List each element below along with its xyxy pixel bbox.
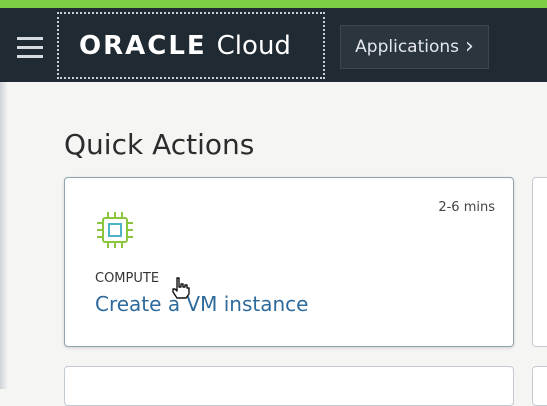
accent-line (0, 0, 547, 8)
oracle-cloud-logo[interactable]: ORACLE Cloud (57, 12, 325, 79)
compute-chip-icon (97, 212, 133, 248)
logo-product-name: Cloud (216, 30, 291, 61)
quick-actions-title: Quick Actions (64, 128, 255, 161)
applications-button[interactable]: Applications › (340, 25, 489, 69)
quick-action-card-create-vm[interactable]: 2-6 mins COMPUTE Create a VM instance (64, 177, 514, 347)
card-duration: 2-6 mins (438, 200, 495, 215)
quick-action-card-partial[interactable] (532, 366, 547, 406)
quick-action-card-partial[interactable] (532, 177, 547, 347)
hamburger-menu-icon[interactable] (9, 26, 51, 68)
card-category: COMPUTE (95, 271, 160, 286)
applications-label: Applications (355, 37, 460, 57)
top-navigation-bar: ORACLE Cloud Applications › (0, 0, 547, 82)
logo-brand-name: ORACLE (79, 30, 207, 61)
create-vm-instance-link[interactable]: Create a VM instance (95, 292, 308, 316)
side-edge-shadow (0, 82, 8, 389)
hand-cursor-icon (172, 277, 190, 299)
chevron-right-icon: › (465, 34, 474, 59)
quick-action-card-partial[interactable] (64, 366, 514, 406)
